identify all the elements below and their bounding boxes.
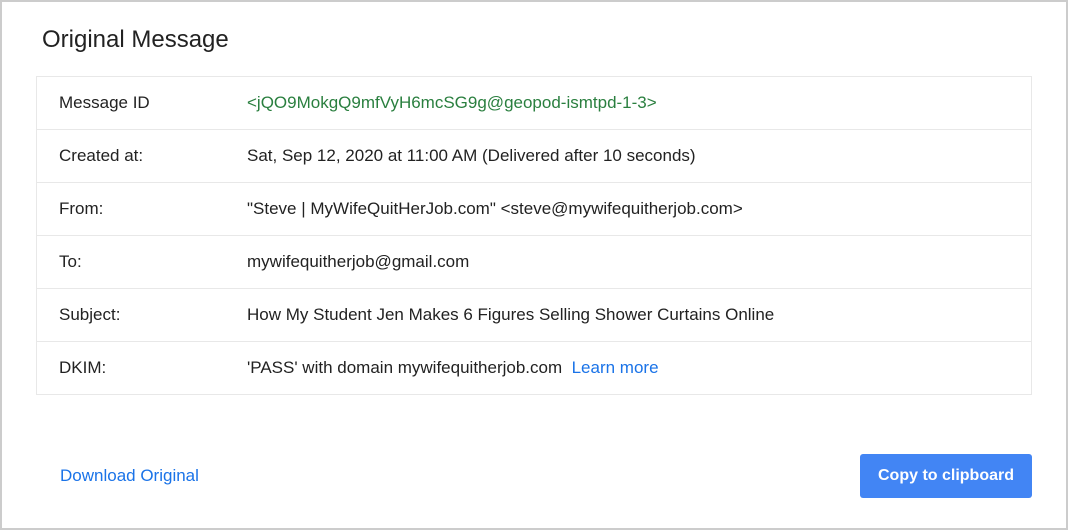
label-subject: Subject: [59, 305, 247, 325]
label-message-id: Message ID [59, 93, 247, 113]
row-to: To: mywifequitherjob@gmail.com [37, 236, 1031, 289]
label-to: To: [59, 252, 247, 272]
label-created-at: Created at: [59, 146, 247, 166]
value-subject: How My Student Jen Makes 6 Figures Selli… [247, 305, 1009, 325]
actions-bar: Download Original Copy to clipboard [36, 454, 1032, 498]
label-from: From: [59, 199, 247, 219]
row-subject: Subject: How My Student Jen Makes 6 Figu… [37, 289, 1031, 342]
value-to: mywifequitherjob@gmail.com [247, 252, 1009, 272]
learn-more-link[interactable]: Learn more [572, 358, 659, 377]
copy-to-clipboard-button[interactable]: Copy to clipboard [860, 454, 1032, 498]
value-message-id: <jQO9MokgQ9mfVyH6mcSG9g@geopod-ismtpd-1-… [247, 93, 1009, 113]
headers-table: Message ID <jQO9MokgQ9mfVyH6mcSG9g@geopo… [36, 76, 1032, 395]
download-original-link[interactable]: Download Original [60, 466, 199, 486]
row-dkim: DKIM: 'PASS' with domain mywifequitherjo… [37, 342, 1031, 394]
value-created-at: Sat, Sep 12, 2020 at 11:00 AM (Delivered… [247, 146, 1009, 166]
value-from: "Steve | MyWifeQuitHerJob.com" <steve@my… [247, 199, 1009, 219]
label-dkim: DKIM: [59, 358, 247, 378]
page-title: Original Message [42, 26, 1032, 54]
row-message-id: Message ID <jQO9MokgQ9mfVyH6mcSG9g@geopo… [37, 77, 1031, 130]
value-dkim-text: 'PASS' with domain mywifequitherjob.com [247, 358, 562, 377]
row-from: From: "Steve | MyWifeQuitHerJob.com" <st… [37, 183, 1031, 236]
row-created-at: Created at: Sat, Sep 12, 2020 at 11:00 A… [37, 130, 1031, 183]
value-dkim: 'PASS' with domain mywifequitherjob.com … [247, 358, 1009, 378]
original-message-panel: Original Message Message ID <jQO9MokgQ9m… [0, 0, 1068, 530]
